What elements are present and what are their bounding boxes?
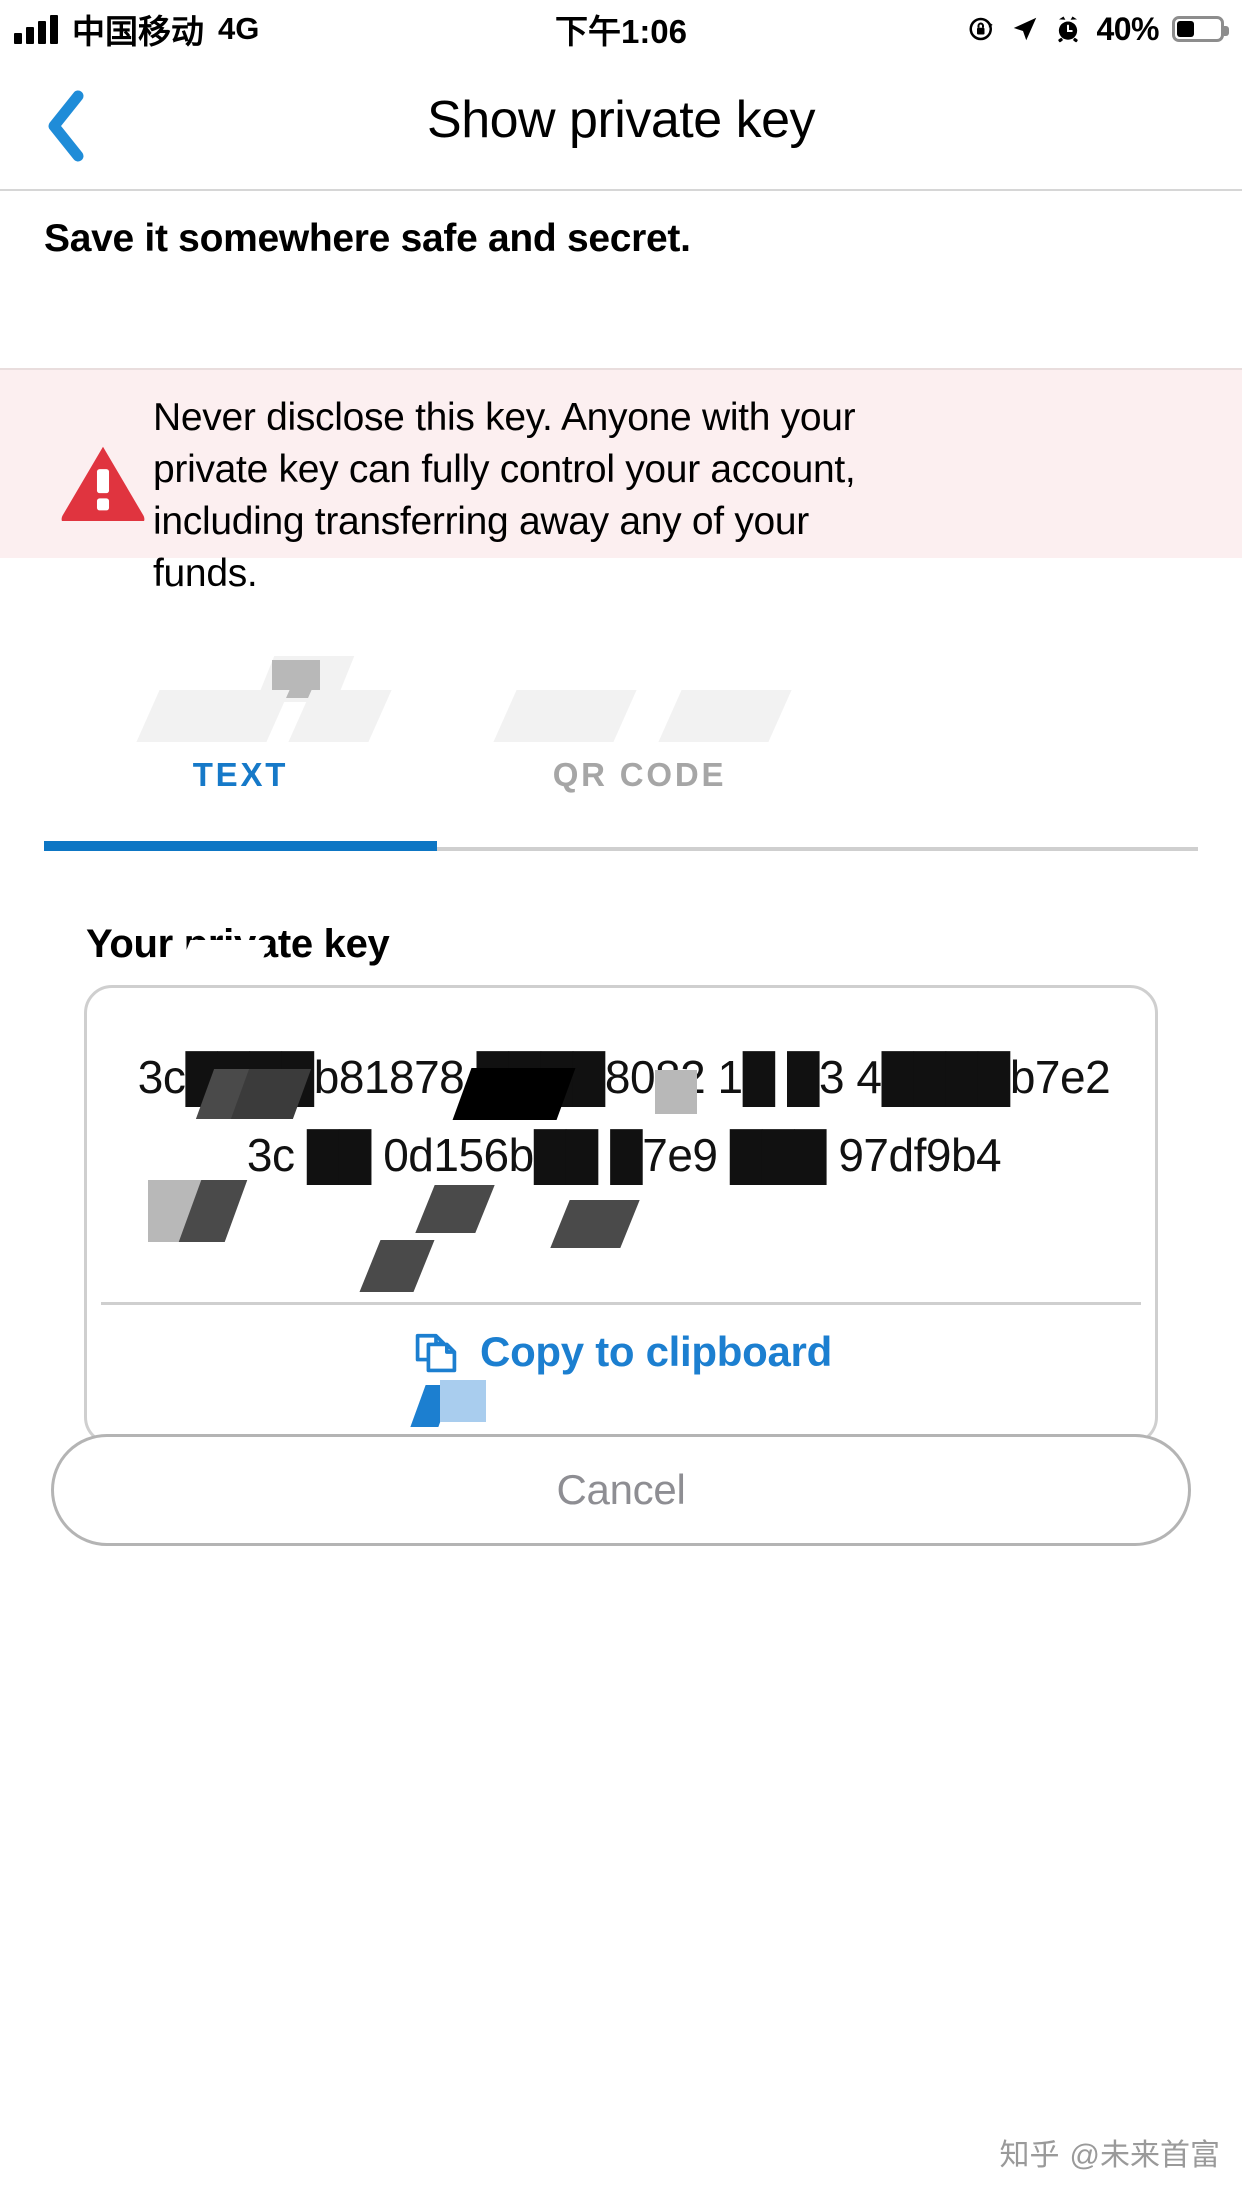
redaction-mark	[255, 656, 355, 702]
copy-to-clipboard-button[interactable]: Copy to clipboard	[87, 1326, 1155, 1378]
rotation-lock-icon	[969, 17, 994, 41]
redaction-mark	[272, 660, 320, 698]
private-key-value[interactable]: 3c████b81878 ████8082 1█ █3 4████b7e23c …	[127, 1038, 1121, 1194]
cancel-button[interactable]: Cancel	[51, 1434, 1191, 1546]
card-divider	[101, 1302, 1141, 1305]
watermark-text: @未来首富	[1069, 2139, 1220, 2172]
battery-percent-label: 40%	[1096, 10, 1159, 47]
private-key-label: Your private key	[86, 922, 390, 966]
private-key-card: 3c████b81878 ████8082 1█ █3 4████b7e23c …	[84, 985, 1158, 1445]
alarm-clock-icon	[1058, 16, 1079, 43]
navigation-bar: Show private key	[0, 58, 1242, 191]
tab-qr-code[interactable]: QR CODE	[443, 700, 836, 850]
copy-button-label: Copy to clipboard	[480, 1328, 832, 1375]
warning-text: Never disclose this key. Anyone with you…	[153, 396, 856, 595]
status-bar: 中国移动 4G 下午1:06 40%	[0, 0, 1242, 58]
tab-text[interactable]: TEXT	[44, 700, 437, 850]
cancel-button-label: Cancel	[556, 1466, 686, 1513]
page-subtitle: Save it somewhere safe and secret.	[44, 217, 691, 260]
watermark: 知乎 @未来首富	[1000, 2130, 1220, 2174]
tab-bar: TEXT QR CODE	[44, 700, 1198, 850]
battery-icon	[1172, 16, 1229, 42]
warning-banner: Never disclose this key. Anyone with you…	[0, 368, 1242, 595]
watermark-logo: 知乎	[999, 2139, 1060, 2172]
page-title: Show private key	[427, 91, 815, 149]
copy-icon	[415, 1333, 457, 1373]
warning-triangle-icon	[61, 446, 145, 521]
app-screen: 中国移动 4G 下午1:06 40% Show private key Save…	[0, 0, 1242, 2208]
status-bar-right: 40%	[967, 10, 1229, 48]
tab-active-indicator	[44, 841, 437, 851]
location-arrow-icon	[1014, 17, 1037, 41]
